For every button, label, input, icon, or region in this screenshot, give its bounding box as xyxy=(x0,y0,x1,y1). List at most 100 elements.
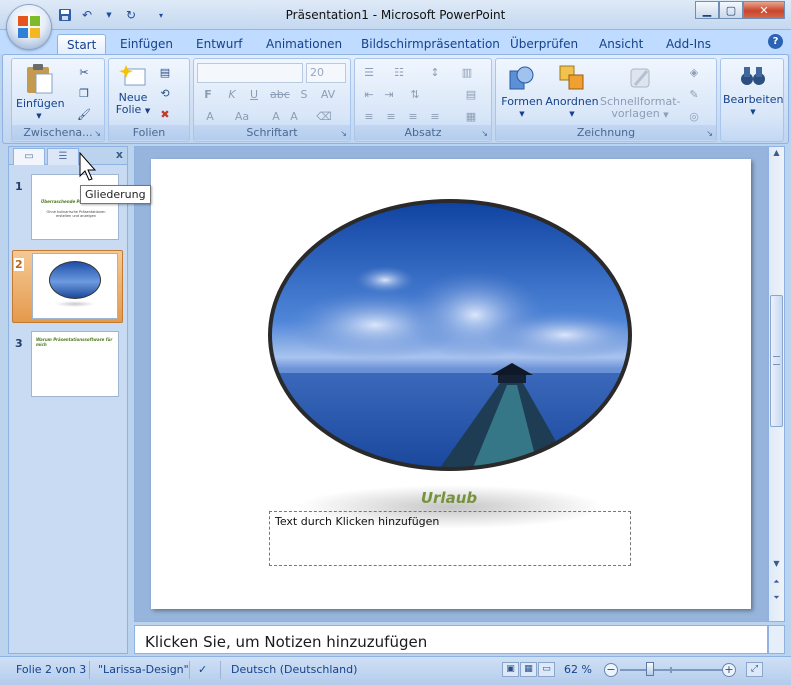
office-button[interactable] xyxy=(7,5,51,49)
zoom-slider-track[interactable] xyxy=(620,669,724,671)
shape-outline-icon[interactable]: ✎ xyxy=(686,87,702,103)
zoom-out-icon[interactable]: − xyxy=(604,663,618,677)
zoom-level[interactable]: 62 % xyxy=(564,663,592,676)
tab-ansicht[interactable]: Ansicht xyxy=(599,34,643,54)
paste-button[interactable]: Einfügen ▼ xyxy=(16,63,65,122)
minimize-button[interactable]: ▁ xyxy=(695,1,719,19)
close-pane-icon[interactable]: x xyxy=(116,148,123,161)
notes-scrollbar[interactable] xyxy=(768,625,785,654)
chevron-down-icon: ▼ xyxy=(519,110,525,118)
tab-einfuegen[interactable]: Einfügen xyxy=(120,34,173,54)
dialog-launcher-icon[interactable]: ↘ xyxy=(481,129,488,138)
align-text-icon[interactable]: ▤ xyxy=(463,87,479,103)
quick-styles-button[interactable]: Schnellformat- vorlagen ▼ xyxy=(600,63,681,121)
bold-icon[interactable]: F xyxy=(200,87,216,103)
delete-slide-icon[interactable]: ✖ xyxy=(157,107,173,123)
dialog-launcher-icon[interactable]: ↘ xyxy=(706,129,713,138)
group-clipboard: Einfügen ▼ ✂ ❐ 🖌 Zwischena... ↘ xyxy=(11,58,105,142)
new-slide-button[interactable]: Neue Folie ▼ xyxy=(113,63,153,117)
change-case-icon[interactable]: Aa xyxy=(234,109,250,125)
clear-formatting-icon[interactable]: ⌫ xyxy=(316,109,332,125)
shape-fill-icon[interactable]: ◈ xyxy=(686,65,702,81)
italic-icon[interactable]: K xyxy=(224,87,240,103)
justify-icon[interactable]: ≡ xyxy=(427,109,443,125)
align-center-icon[interactable]: ≡ xyxy=(383,109,399,125)
slideshow-button[interactable]: ▭ xyxy=(538,662,555,677)
office-logo-icon xyxy=(18,16,40,38)
bullets-icon[interactable]: ☰ xyxy=(361,65,377,81)
shape-effects-icon[interactable]: ◎ xyxy=(686,109,702,125)
character-spacing-icon[interactable]: AV xyxy=(320,87,336,103)
slide-number: 1 xyxy=(15,180,23,193)
decrease-indent-icon[interactable]: ⇤ xyxy=(361,87,377,103)
layout-icon[interactable]: ▤ xyxy=(157,65,173,81)
text-placeholder[interactable]: Text durch Klicken hinzufügen xyxy=(269,511,631,566)
slide-editor: Urlaub Text durch Klicken hinzufügen xyxy=(134,146,768,622)
numbering-icon[interactable]: ☷ xyxy=(391,65,407,81)
shadow-icon[interactable]: S xyxy=(296,87,312,103)
tab-outline[interactable]: ☰ xyxy=(47,148,79,165)
arrange-button[interactable]: Anordnen ▼ xyxy=(544,63,600,120)
quick-styles-icon xyxy=(630,68,650,88)
format-painter-icon[interactable]: 🖌 xyxy=(76,107,92,123)
copy-icon[interactable]: ❐ xyxy=(76,86,92,102)
reset-slide-icon[interactable]: ⟲ xyxy=(157,86,173,102)
spell-check-icon[interactable]: ✓ xyxy=(198,663,207,676)
tab-slides[interactable]: ▭ xyxy=(13,148,45,165)
maximize-button[interactable]: ▢ xyxy=(719,1,743,19)
smartart-icon[interactable]: ▦ xyxy=(463,109,479,125)
slide-canvas[interactable]: Urlaub Text durch Klicken hinzufügen xyxy=(151,159,751,609)
text-direction-icon[interactable]: ⇅ xyxy=(407,87,423,103)
slide-thumbnail-1[interactable]: Überraschende Präsentationen Ohne kulina… xyxy=(31,174,119,240)
shapes-button[interactable]: Formen ▼ xyxy=(500,63,544,120)
help-icon[interactable]: ? xyxy=(768,34,783,49)
scroll-down-icon[interactable]: ▼ xyxy=(769,559,784,573)
tab-add-ins[interactable]: Add-Ins xyxy=(666,34,711,54)
slides-pane: ▭ ☰ x 1 Überraschende Präsentationen Ohn… xyxy=(8,146,128,654)
zoom-slider-thumb[interactable] xyxy=(646,662,654,676)
tab-entwurf[interactable]: Entwurf xyxy=(196,34,242,54)
font-name-combo[interactable] xyxy=(197,63,303,83)
previous-slide-icon[interactable]: ⏶ xyxy=(769,577,784,591)
tab-start[interactable]: Start xyxy=(57,34,107,54)
font-size-combo[interactable]: 20 xyxy=(306,63,346,83)
quick-styles-label-2: vorlagen xyxy=(611,107,660,120)
edit-button[interactable]: Bearbeiten ▼ xyxy=(723,63,783,118)
binoculars-icon xyxy=(741,67,765,85)
chevron-down-icon: ▼ xyxy=(569,110,575,118)
slide-sorter-button[interactable]: ▦ xyxy=(520,662,537,677)
window-controls: ▁ ▢ ✕ xyxy=(695,1,785,19)
font-color-icon[interactable]: A xyxy=(202,109,218,125)
cut-icon[interactable]: ✂ xyxy=(76,65,92,81)
notes-pane[interactable]: Klicken Sie, um Notizen hinzuzufügen xyxy=(134,625,768,654)
scroll-up-icon[interactable]: ▲ xyxy=(769,148,784,162)
grow-font-icon[interactable]: A xyxy=(268,109,284,125)
slide-title[interactable]: Urlaub xyxy=(269,489,629,507)
scrollbar-thumb[interactable] xyxy=(770,295,783,427)
underline-icon[interactable]: U xyxy=(246,87,262,103)
increase-indent-icon[interactable]: ⇥ xyxy=(381,87,397,103)
dialog-launcher-icon[interactable]: ↘ xyxy=(94,129,101,138)
fit-to-window-icon[interactable]: ⤢ xyxy=(746,662,763,677)
tab-ueberpruefen[interactable]: Überprüfen xyxy=(510,34,578,54)
paste-label: Einfügen xyxy=(16,97,65,110)
zoom-in-icon[interactable]: + xyxy=(722,663,736,677)
slide-thumbnail-3[interactable]: Warum Präsentationssoftware für mich xyxy=(31,331,119,397)
dialog-launcher-icon[interactable]: ↘ xyxy=(340,129,347,138)
align-left-icon[interactable]: ≡ xyxy=(361,109,377,125)
vertical-scrollbar[interactable]: ▲ ▼ ⏶ ⏷ xyxy=(768,146,785,622)
columns-icon[interactable]: ▥ xyxy=(459,65,475,81)
tab-animationen[interactable]: Animationen xyxy=(266,34,342,54)
normal-view-button[interactable]: ▣ xyxy=(502,662,519,677)
vacation-picture[interactable] xyxy=(265,195,635,475)
shrink-font-icon[interactable]: A xyxy=(286,109,302,125)
language[interactable]: Deutsch (Deutschland) xyxy=(231,663,357,676)
align-right-icon[interactable]: ≡ xyxy=(405,109,421,125)
next-slide-icon[interactable]: ⏷ xyxy=(769,593,784,607)
tab-bildschirmpraesentation[interactable]: Bildschirmpräsentation xyxy=(361,34,500,54)
strikethrough-icon[interactable]: abc xyxy=(270,87,290,103)
slide-thumbnail-2[interactable] xyxy=(32,253,118,319)
arrange-icon xyxy=(559,65,584,90)
close-button[interactable]: ✕ xyxy=(743,1,785,19)
line-spacing-icon[interactable]: ↕ xyxy=(427,65,443,81)
